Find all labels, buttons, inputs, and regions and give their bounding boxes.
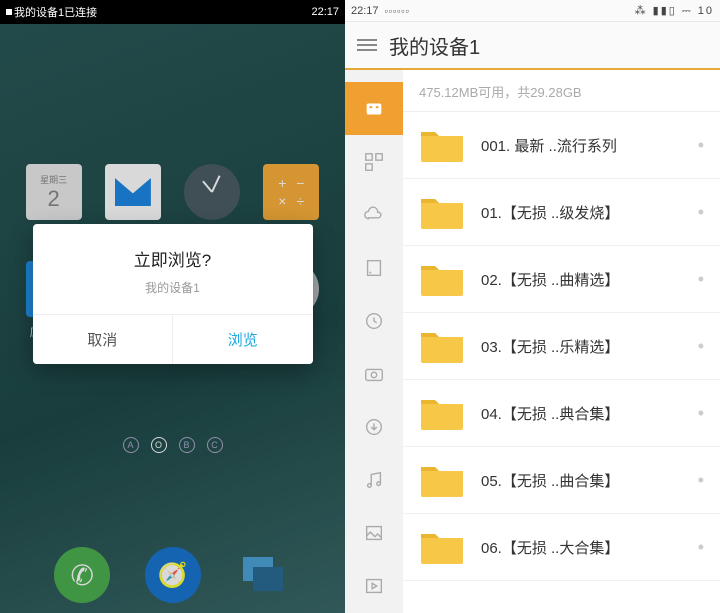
- folder-name: 06.【无损 ..大合集】: [481, 537, 698, 558]
- sidebar-usb[interactable]: [345, 82, 403, 135]
- storage-info: 475.12MB可用，共29.28GB: [403, 70, 720, 112]
- status-time-left: 22:17: [311, 6, 339, 18]
- chevron-right-icon: •: [698, 336, 704, 357]
- folder-list[interactable]: 001. 最新 ..流行系列 • 01.【无损 ..级发烧】 • 02.【无损 …: [403, 112, 720, 613]
- status-bar-left: 我的设备1已连接 22:17: [0, 0, 345, 24]
- recent-icon: [363, 310, 385, 332]
- status-title: 我的设备1已连接: [14, 4, 97, 20]
- chevron-right-icon: •: [698, 403, 704, 424]
- camera-icon: [363, 363, 385, 385]
- sidebar-recent[interactable]: [345, 294, 403, 347]
- browse-dialog: 立即浏览? 我的设备1 取消 浏览: [33, 224, 313, 364]
- sidebar-music[interactable]: [345, 454, 403, 507]
- cancel-button[interactable]: 取消: [33, 315, 174, 364]
- bluetooth-icon: ⁂: [635, 5, 648, 17]
- music-icon: [363, 469, 385, 491]
- folder-row[interactable]: 01.【无损 ..级发烧】 •: [403, 179, 720, 246]
- battery-percent: 10: [698, 5, 714, 17]
- battery-icon: ⎓: [682, 5, 693, 17]
- sidebar-download[interactable]: [345, 401, 403, 454]
- status-notif-icons: ▫▫▫▫▫▫: [385, 6, 410, 16]
- folder-icon: [419, 126, 465, 164]
- folder-row[interactable]: 03.【无损 ..乐精选】 •: [403, 313, 720, 380]
- chevron-right-icon: •: [698, 202, 704, 223]
- menu-icon[interactable]: [357, 39, 377, 51]
- status-system-icons: ⁂ ▮▮▯ ⎓ 10: [635, 4, 714, 18]
- cloud-icon: [363, 204, 385, 226]
- video-icon: [363, 575, 385, 597]
- folder-name: 001. 最新 ..流行系列: [481, 135, 698, 156]
- folder-name: 03.【无损 ..乐精选】: [481, 336, 698, 357]
- confirm-button[interactable]: 浏览: [173, 315, 313, 364]
- status-bar-right: 22:17 ▫▫▫▫▫▫ ⁂ ▮▮▯ ⎓ 10: [345, 0, 720, 22]
- folder-icon: [419, 528, 465, 566]
- sidebar-image[interactable]: [345, 507, 403, 560]
- apps-icon: [363, 151, 385, 173]
- dialog-overlay: 立即浏览? 我的设备1 取消 浏览: [0, 24, 345, 613]
- folder-row[interactable]: 06.【无损 ..大合集】 •: [403, 514, 720, 581]
- folder-name: 05.【无损 ..曲合集】: [481, 470, 698, 491]
- fm-sidebar: [345, 70, 403, 613]
- usb-icon: [363, 98, 385, 120]
- storage-icon: [363, 257, 385, 279]
- sidebar-camera[interactable]: [345, 347, 403, 400]
- folder-row[interactable]: 04.【无损 ..典合集】 •: [403, 380, 720, 447]
- folder-icon: [419, 327, 465, 365]
- folder-icon: [419, 461, 465, 499]
- folder-name: 04.【无损 ..典合集】: [481, 403, 698, 424]
- dialog-subtitle: 我的设备1: [43, 279, 303, 296]
- folder-name: 01.【无损 ..级发烧】: [481, 202, 698, 223]
- home-screen: 我的设备1已连接 22:17 星期三 2 日历 邮件 时钟 +− ×÷ 计算器: [0, 0, 345, 613]
- chevron-right-icon: •: [698, 135, 704, 156]
- folder-icon: [419, 193, 465, 231]
- image-icon: [363, 522, 385, 544]
- folder-row[interactable]: 001. 最新 ..流行系列 •: [403, 112, 720, 179]
- signal-icon: ▮▮▯: [653, 5, 677, 17]
- notification-icon: [6, 9, 12, 15]
- chevron-right-icon: •: [698, 269, 704, 290]
- sidebar-storage[interactable]: [345, 241, 403, 294]
- folder-row[interactable]: 02.【无损 ..曲精选】 •: [403, 246, 720, 313]
- dialog-title: 立即浏览?: [43, 246, 303, 271]
- file-manager: 22:17 ▫▫▫▫▫▫ ⁂ ▮▮▯ ⎓ 10 我的设备1: [345, 0, 720, 613]
- fm-title: 我的设备1: [389, 31, 480, 60]
- chevron-right-icon: •: [698, 470, 704, 491]
- fm-main: 475.12MB可用，共29.28GB 001. 最新 ..流行系列 • 01.…: [403, 70, 720, 613]
- status-time-right: 22:17: [351, 5, 379, 17]
- sidebar-cloud[interactable]: [345, 188, 403, 241]
- sidebar-apps[interactable]: [345, 135, 403, 188]
- folder-icon: [419, 394, 465, 432]
- folder-name: 02.【无损 ..曲精选】: [481, 269, 698, 290]
- folder-icon: [419, 260, 465, 298]
- fm-header: 我的设备1: [345, 22, 720, 70]
- folder-row[interactable]: 05.【无损 ..曲合集】 •: [403, 447, 720, 514]
- sidebar-video[interactable]: [345, 560, 403, 613]
- chevron-right-icon: •: [698, 537, 704, 558]
- download-icon: [363, 416, 385, 438]
